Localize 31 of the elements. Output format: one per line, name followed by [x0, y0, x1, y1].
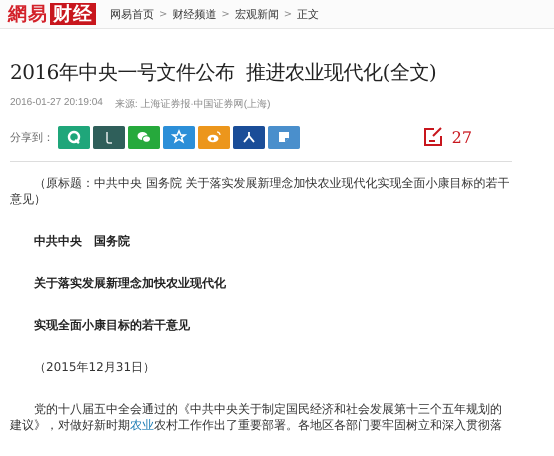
share-label: 分享到：: [10, 130, 54, 144]
article-source: 来源: 上海证券报·中国证券网(上海): [114, 98, 270, 111]
section-heading: 关于落实发展新理念加快农业现代化: [32, 275, 227, 291]
note-icon: [276, 129, 292, 145]
logo-channel[interactable]: 财经: [50, 3, 96, 25]
breadcrumb-link[interactable]: 网易首页: [110, 6, 154, 22]
section-heading: 中共中央 国务院: [33, 233, 131, 249]
share-button[interactable]: [268, 126, 300, 148]
paragraph: （2015年12月31日）: [33, 359, 156, 375]
breadcrumb-link[interactable]: 正文: [297, 6, 320, 22]
breadcrumb-link[interactable]: 财经频道: [172, 6, 216, 22]
speech-bubble-icon: [66, 129, 82, 145]
comment-icon[interactable]: [422, 127, 443, 147]
article-title: 2016年中央一号文件公布 推进农业现代化(全文): [10, 59, 438, 86]
person-icon: [241, 129, 257, 145]
share-button[interactable]: [163, 126, 195, 148]
chat-bubbles-icon: [136, 129, 152, 145]
share-button[interactable]: [93, 126, 125, 148]
logo-brand[interactable]: 網易: [8, 1, 48, 27]
section-heading: 实现全面小康目标的若干意见: [33, 317, 191, 333]
comment-count[interactable]: 27: [452, 128, 472, 146]
share-button[interactable]: [233, 126, 265, 148]
breadcrumb-separator: >: [221, 8, 230, 20]
breadcrumb-separator: >: [159, 8, 168, 20]
publish-time: 2016-01-27 20:19:04: [10, 97, 103, 110]
keyword-link[interactable]: 农业: [130, 418, 154, 432]
paragraph: （原标题：中共中央 国务院 关于落实发展新理念加快农业现代化实现全面小康目标的若干意见）: [10, 175, 511, 207]
breadcrumb-separator: >: [284, 8, 292, 20]
star-icon: [171, 129, 187, 145]
breadcrumb-link[interactable]: 宏观新闻: [234, 6, 279, 22]
paragraph: 党的十八届五中全会通过的《中共中央关于制定国民经济和社会发展第十三个五年规划的建议》，对做好新时期农业农村工作作出了重要部署。各地区各部门要牢固树立和深入贯彻落: [10, 401, 503, 433]
